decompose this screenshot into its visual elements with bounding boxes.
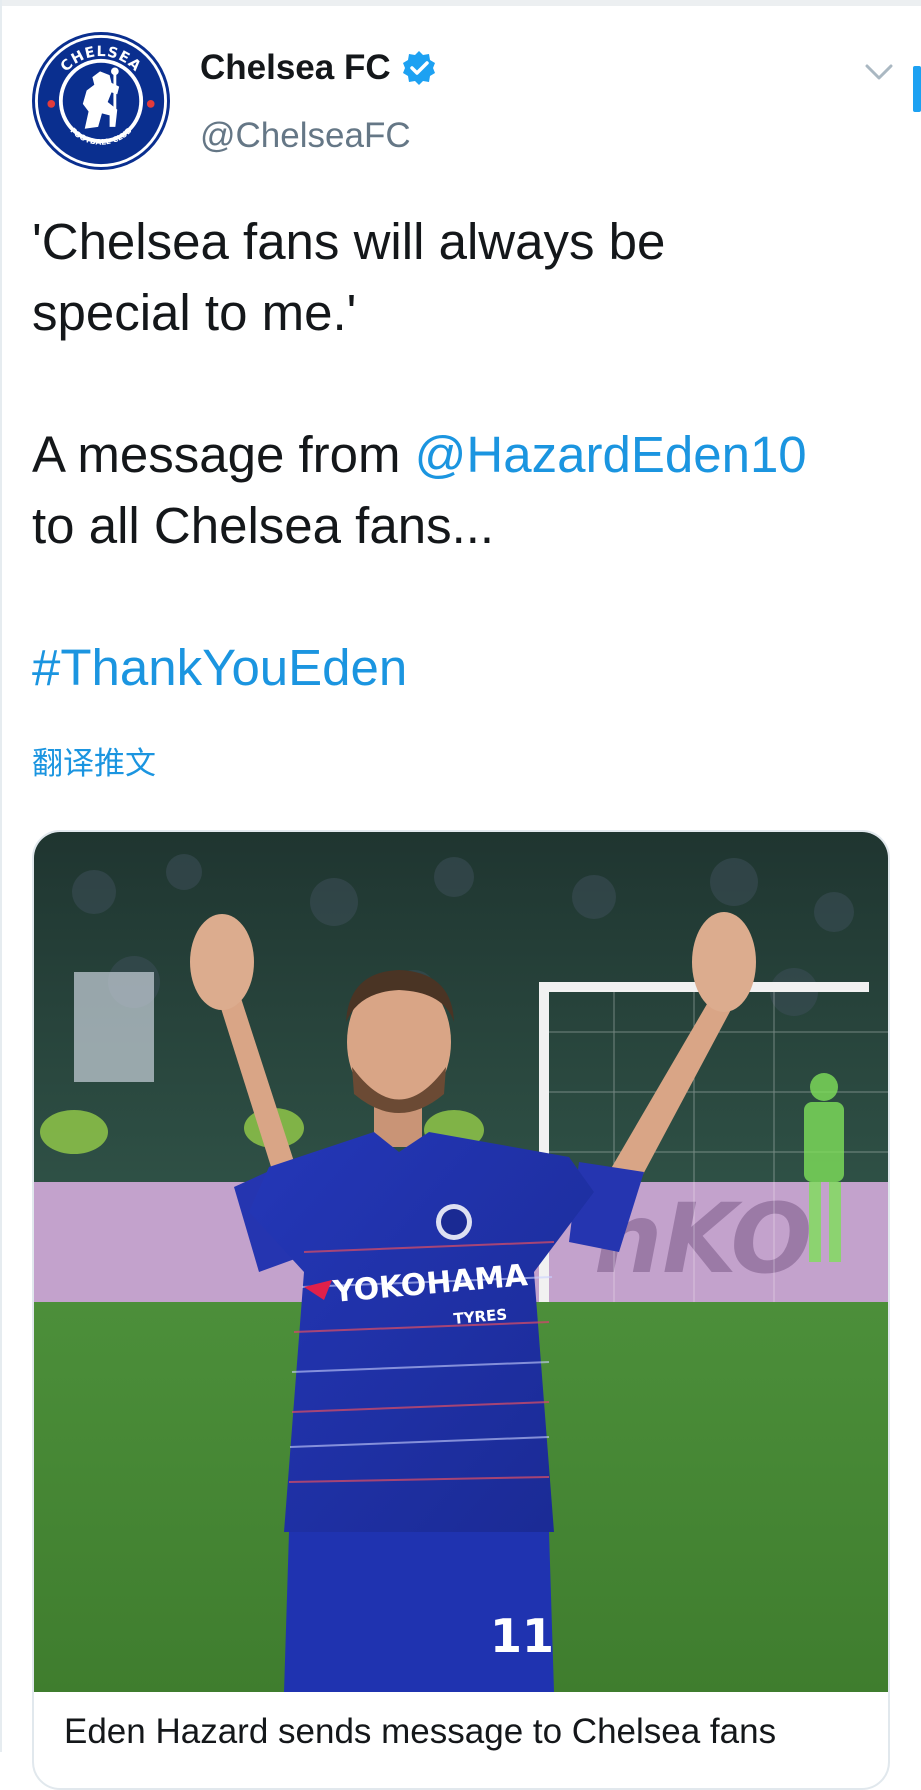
translate-tweet-link[interactable]: 翻译推文 <box>32 738 156 783</box>
author-display-name[interactable]: Chelsea FC <box>200 48 391 88</box>
tweet-text-line: 'Chelsea fans will always be <box>32 213 666 270</box>
tweet-text-line: to all Chelsea fans... <box>32 497 495 554</box>
media-card[interactable]: nKO YOKOHAMA TYRES 11 Eden Hazard sends … <box>32 830 890 1790</box>
tweet-photo[interactable]: nKO YOKOHAMA TYRES 11 <box>34 832 888 1692</box>
tweet-text-fragment: A message from <box>32 426 415 483</box>
card-title[interactable]: Eden Hazard sends message to Chelsea fan… <box>64 1712 776 1752</box>
mention-link[interactable]: @HazardEden10 <box>415 426 807 483</box>
tweet-text-line: special to me.' <box>32 284 357 341</box>
player-photo-illustration: nKO YOKOHAMA TYRES 11 <box>34 832 888 1692</box>
top-divider <box>0 0 921 6</box>
tweet-body: 'Chelsea fans will always be special to … <box>32 206 892 703</box>
author-handle[interactable]: @ChelseaFC <box>200 116 411 156</box>
scroll-indicator[interactable] <box>913 66 921 112</box>
shirt-number: 11 <box>490 1609 554 1663</box>
chevron-down-icon[interactable] <box>864 62 894 82</box>
tweet-text-line: A message from @HazardEden10 <box>32 419 892 490</box>
hashtag-link[interactable]: #ThankYouEden <box>32 632 892 703</box>
avatar[interactable]: CHELSEA FOOTBALL CLUB <box>32 32 170 170</box>
verified-badge-icon <box>402 51 435 85</box>
left-divider <box>0 0 2 1752</box>
author-name-row[interactable]: Chelsea FC <box>200 48 437 88</box>
chelsea-crest-icon: CHELSEA FOOTBALL CLUB <box>37 37 165 165</box>
